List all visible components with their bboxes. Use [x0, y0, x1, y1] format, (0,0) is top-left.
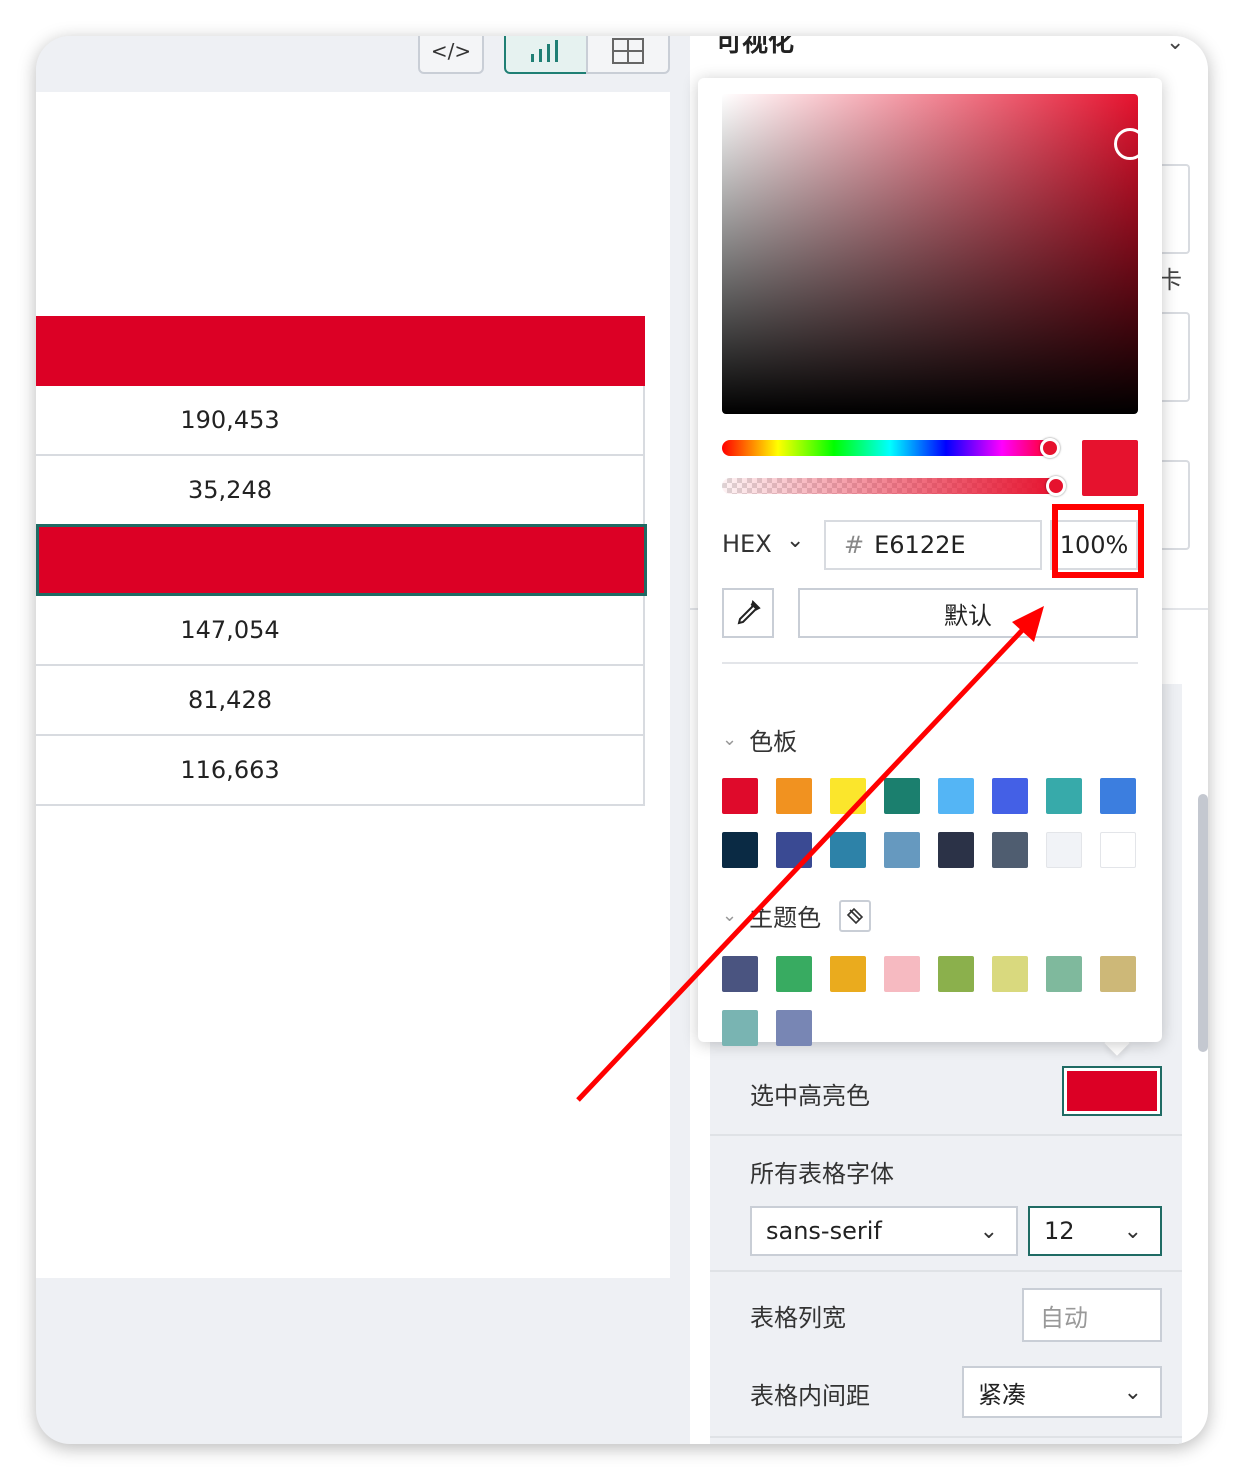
theme-section-header[interactable]: ⌄ 主题色 [722, 898, 872, 933]
saturation-value-area[interactable] [722, 94, 1146, 414]
highlight-color-swatch[interactable] [1062, 1066, 1162, 1116]
color-swatch[interactable] [722, 832, 758, 868]
hue-handle[interactable] [1040, 438, 1060, 458]
table-cell: 81,428 [188, 686, 272, 714]
color-swatch[interactable] [776, 778, 812, 814]
table-cell: 35,248 [188, 476, 272, 504]
bar-chart-icon [531, 40, 558, 62]
color-swatch[interactable] [830, 956, 866, 992]
color-swatch[interactable] [722, 956, 758, 992]
chevron-down-icon[interactable]: ⌄ [786, 528, 804, 553]
chevron-down-icon: ⌄ [722, 905, 738, 926]
padding-value: 紧凑 [978, 1380, 1026, 1409]
view-toolbar: </> [36, 36, 690, 92]
chevron-down-icon: ⌄ [722, 729, 738, 750]
color-swatch[interactable] [938, 832, 974, 868]
hex-input[interactable]: # E6122E [824, 520, 1042, 570]
table-cell: 116,663 [180, 756, 280, 784]
chevron-down-icon: ⌄ [979, 1218, 998, 1244]
alpha-slider[interactable] [722, 476, 1066, 496]
table-row[interactable]: 116,663 [36, 736, 645, 806]
column-width-label: 表格列宽 [750, 1304, 846, 1332]
color-mode-select[interactable]: HEX [722, 530, 772, 558]
table-row[interactable]: 147,054 [36, 596, 645, 666]
code-view-button[interactable]: </> [418, 36, 484, 74]
color-swatch[interactable] [1046, 832, 1082, 868]
app-window: </> 190,453 35,248 147,054 81,428 116,66… [36, 36, 1208, 1444]
divider [710, 1270, 1182, 1272]
color-swatch[interactable] [938, 778, 974, 814]
table-row[interactable]: 190,453 [36, 386, 645, 456]
hue-slider[interactable] [722, 438, 1060, 458]
color-swatch[interactable] [830, 832, 866, 868]
table-row[interactable] [36, 316, 645, 386]
color-swatch[interactable] [1100, 956, 1136, 992]
table-row[interactable]: 81,428 [36, 666, 645, 736]
color-swatch[interactable] [1046, 956, 1082, 992]
color-swatch[interactable] [722, 778, 758, 814]
scrollbar[interactable] [1198, 794, 1208, 1052]
annotation-highlight-box [1052, 504, 1144, 578]
divider [710, 1134, 1182, 1136]
font-family-value: sans-serif [766, 1217, 882, 1245]
padding-label: 表格内间距 [750, 1382, 870, 1410]
chart-view-button[interactable] [504, 36, 588, 74]
font-size-value: 12 [1044, 1217, 1075, 1245]
color-swatch[interactable] [1100, 778, 1136, 814]
theme-title: 主题色 [749, 904, 822, 932]
table-canvas: 190,453 35,248 147,054 81,428 116,663 [36, 92, 670, 1278]
font-size-select[interactable]: 12 ⌄ [1028, 1206, 1162, 1256]
theme-edit-button[interactable] [839, 899, 872, 932]
saturation-handle[interactable] [1114, 128, 1146, 160]
hex-value: E6122E [874, 531, 966, 559]
table-row-selected[interactable] [36, 524, 647, 596]
table-row[interactable]: 35,248 [36, 456, 645, 526]
color-swatch[interactable] [992, 832, 1028, 868]
color-swatch[interactable] [722, 1010, 758, 1046]
table-view-button[interactable] [586, 36, 670, 74]
chevron-down-icon[interactable]: ⌄ [1166, 36, 1184, 55]
color-swatch[interactable] [776, 1010, 812, 1046]
color-swatch[interactable] [884, 956, 920, 992]
color-swatch[interactable] [830, 778, 866, 814]
divider [710, 1436, 1182, 1438]
table-cell: 147,054 [180, 616, 280, 644]
font-family-select[interactable]: sans-serif ⌄ [750, 1206, 1018, 1256]
highlight-color-label: 选中高亮色 [750, 1082, 870, 1110]
color-swatch[interactable] [992, 956, 1028, 992]
padding-select[interactable]: 紧凑 ⌄ [962, 1366, 1162, 1418]
color-swatch[interactable] [1100, 832, 1136, 868]
chevron-down-icon: ⌄ [1123, 1379, 1142, 1405]
color-swatch[interactable] [776, 832, 812, 868]
table-cell: 190,453 [180, 406, 280, 434]
color-swatch[interactable] [776, 956, 812, 992]
table-icon [612, 38, 644, 64]
brush-icon [846, 907, 864, 924]
color-swatch[interactable] [992, 778, 1028, 814]
color-preview [1082, 440, 1138, 496]
eyedropper-button[interactable] [722, 588, 774, 638]
divider [722, 662, 1138, 664]
chevron-down-icon: ⌄ [1123, 1218, 1142, 1244]
eyedropper-icon [737, 599, 761, 625]
font-label: 所有表格字体 [750, 1160, 894, 1188]
color-swatch[interactable] [938, 956, 974, 992]
hash-symbol: # [844, 531, 865, 559]
palette-section-header[interactable]: ⌄ 色板 [722, 722, 797, 757]
column-width-input[interactable]: 自动 [1022, 1288, 1162, 1342]
color-swatch[interactable] [884, 778, 920, 814]
alpha-handle[interactable] [1046, 476, 1066, 496]
code-icon: </> [430, 39, 472, 63]
color-swatch[interactable] [884, 832, 920, 868]
color-swatch[interactable] [1046, 778, 1082, 814]
default-color-button[interactable]: 默认 [798, 588, 1138, 638]
panel-title: 可视化 [716, 36, 795, 58]
palette-title: 色板 [749, 728, 798, 756]
